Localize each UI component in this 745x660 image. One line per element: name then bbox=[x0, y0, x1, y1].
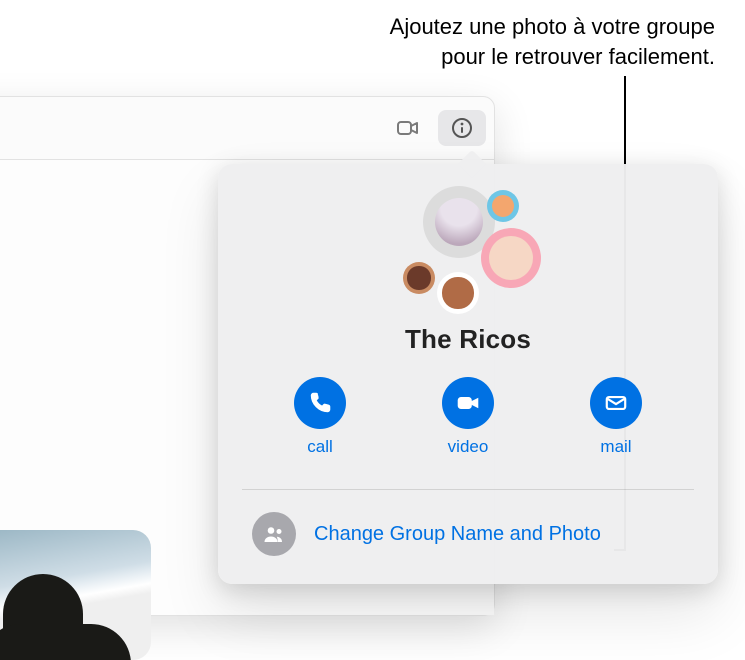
attachment-photo[interactable] bbox=[0, 530, 151, 660]
member-avatar bbox=[481, 228, 541, 288]
call-label: call bbox=[307, 437, 333, 457]
group-info-popover: The Ricos call video bbox=[218, 164, 718, 584]
facetime-button[interactable] bbox=[384, 110, 432, 146]
window-toolbar bbox=[0, 97, 494, 159]
member-avatar bbox=[487, 190, 519, 222]
group-icon-badge bbox=[252, 512, 296, 556]
annotation-line2: pour le retrouver facilement. bbox=[441, 44, 715, 69]
member-avatar bbox=[437, 272, 479, 314]
mail-icon bbox=[603, 390, 629, 416]
change-group-label: Change Group Name and Photo bbox=[314, 523, 601, 546]
phone-icon bbox=[307, 390, 333, 416]
change-group-name-photo[interactable]: Change Group Name and Photo bbox=[246, 504, 690, 560]
video-label: video bbox=[448, 437, 489, 457]
popover-divider bbox=[242, 489, 694, 490]
mail-label: mail bbox=[600, 437, 631, 457]
member-avatar bbox=[403, 262, 435, 294]
mail-button[interactable]: mail bbox=[590, 377, 642, 457]
annotation-line1: Ajoutez une photo à votre groupe bbox=[390, 14, 715, 39]
annotation-caption: Ajoutez une photo à votre groupe pour le… bbox=[180, 12, 715, 71]
people-icon bbox=[262, 522, 286, 546]
group-avatar-cluster[interactable] bbox=[373, 186, 563, 316]
info-icon bbox=[450, 116, 474, 140]
video-icon bbox=[455, 390, 481, 416]
call-button[interactable]: call bbox=[294, 377, 346, 457]
group-name: The Ricos bbox=[246, 324, 690, 355]
group-actions: call video mail bbox=[246, 377, 690, 457]
video-icon bbox=[396, 116, 420, 140]
info-button[interactable] bbox=[438, 110, 486, 146]
video-button[interactable]: video bbox=[442, 377, 494, 457]
